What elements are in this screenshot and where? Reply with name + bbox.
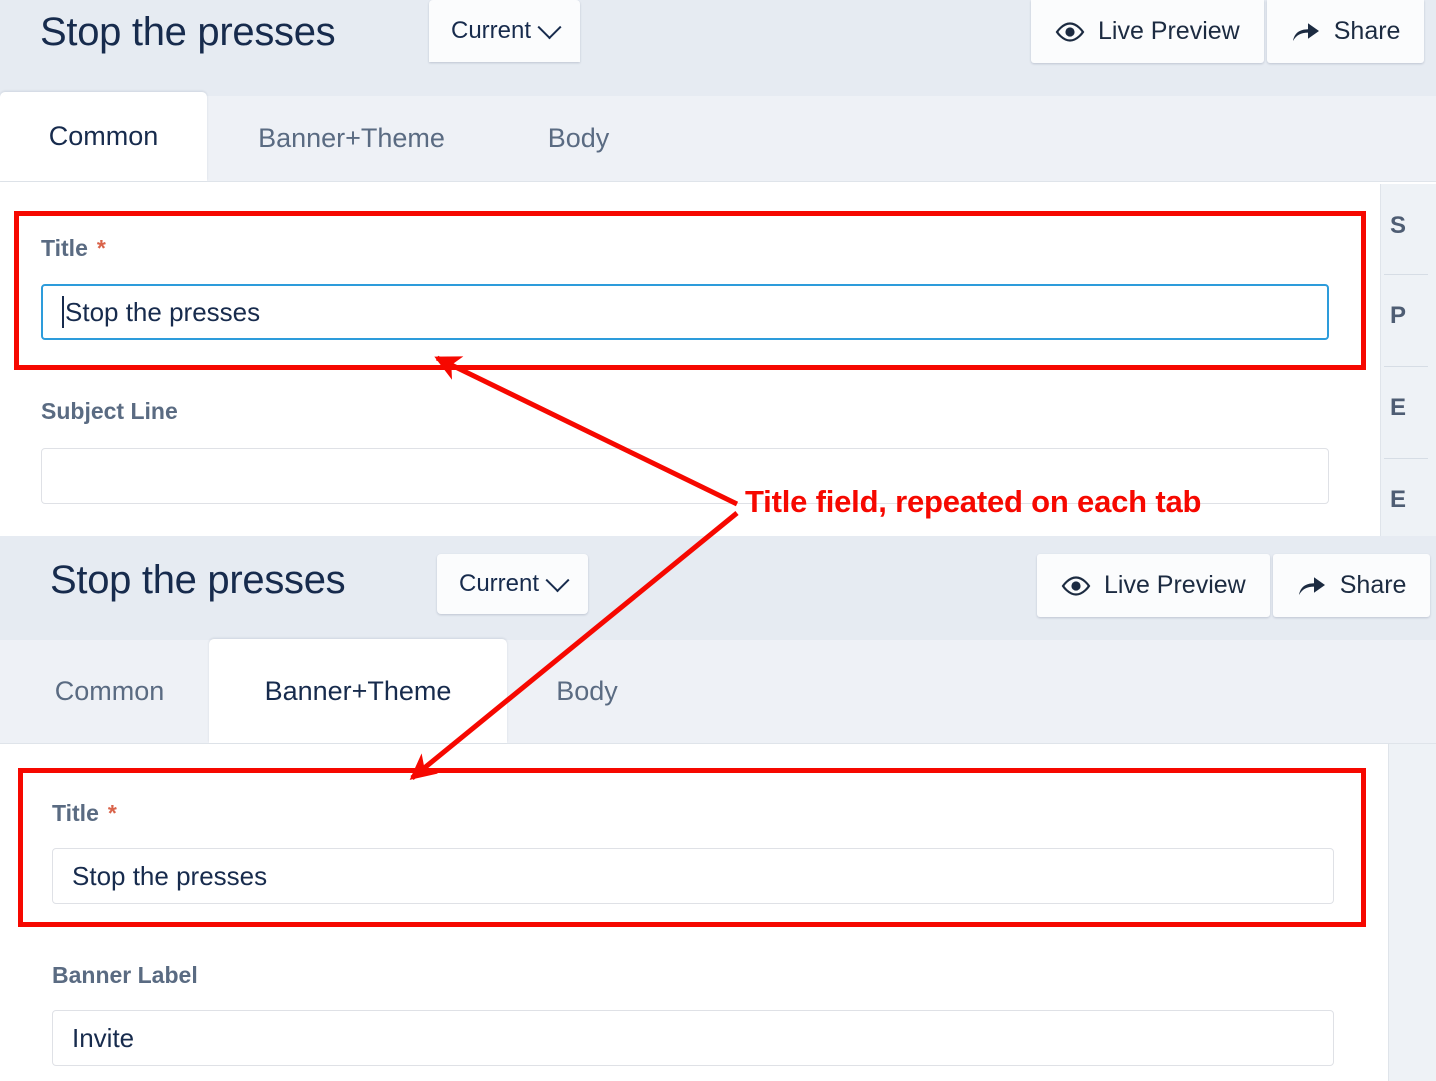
tab-label: Common xyxy=(48,121,159,151)
share-arrow-icon xyxy=(1292,22,1319,41)
chevron-down-icon xyxy=(545,567,570,592)
side-rail-divider xyxy=(1384,366,1428,367)
live-preview-button[interactable]: Live Preview xyxy=(1037,554,1270,617)
subject-line-field-label: Subject Line xyxy=(41,398,178,425)
label-text: Title xyxy=(41,235,88,261)
tab-banner-theme[interactable]: Banner+Theme xyxy=(209,639,507,743)
tab-common[interactable]: Common xyxy=(0,92,207,181)
editor-panel-common: S P E E Stop the presses Current Live Pr… xyxy=(0,0,1436,536)
tab-label: Banner+Theme xyxy=(264,675,452,706)
form-panel-1: Title * Stop the presses Subject Line xyxy=(0,183,1380,536)
side-rail-panel-1: S P E E xyxy=(1380,184,1436,536)
form-panel-2: Title * Stop the presses Banner Label Inv… xyxy=(0,744,1388,1081)
tabbar-panel-2: Common Banner+Theme Body xyxy=(0,639,1436,744)
version-selector-button[interactable]: Current xyxy=(437,554,589,614)
tab-label: Body xyxy=(547,122,610,153)
label-text: Title xyxy=(52,800,99,826)
tab-body[interactable]: Body xyxy=(496,95,661,181)
required-indicator: * xyxy=(107,800,117,826)
text-cursor xyxy=(62,296,64,328)
share-button[interactable]: Share xyxy=(1266,0,1425,63)
tab-label: Common xyxy=(54,675,165,706)
title-input-value: Stop the presses xyxy=(72,860,268,891)
app-header-panel-2: Stop the presses Current Live Preview Sh… xyxy=(0,536,1436,640)
tab-common[interactable]: Common xyxy=(10,639,209,743)
version-selector-button[interactable]: Current xyxy=(429,0,581,62)
live-preview-button[interactable]: Live Preview xyxy=(1031,0,1264,63)
eye-icon xyxy=(1055,21,1085,42)
title-field-label: Title * xyxy=(52,800,117,827)
subject-line-input[interactable] xyxy=(41,448,1329,504)
editor-panel-banner-theme: Stop the presses Current Live Preview Sh… xyxy=(0,536,1436,1081)
label-text: Banner Label xyxy=(52,962,198,988)
tab-banner-theme[interactable]: Banner+Theme xyxy=(207,95,496,181)
share-arrow-icon xyxy=(1298,576,1325,595)
side-rail-item[interactable]: S xyxy=(1390,212,1406,240)
version-selector-label: Current xyxy=(451,17,532,44)
eye-icon xyxy=(1061,575,1091,596)
share-label: Share xyxy=(1339,571,1407,599)
page-title: Stop the presses xyxy=(50,558,346,602)
title-input[interactable]: Stop the presses xyxy=(52,848,1334,904)
side-rail-divider xyxy=(1384,274,1428,275)
side-rail-item[interactable]: P xyxy=(1390,302,1406,330)
required-indicator: * xyxy=(96,235,106,261)
side-rail-divider xyxy=(1384,458,1428,459)
live-preview-label: Live Preview xyxy=(1104,571,1246,599)
share-button[interactable]: Share xyxy=(1272,554,1431,617)
label-text: Subject Line xyxy=(41,398,178,424)
header-actions-panel-1: Live Preview Share xyxy=(1031,0,1425,63)
title-input-value: Stop the presses xyxy=(65,296,261,327)
title-field-label: Title * xyxy=(41,235,106,262)
tab-label: Body xyxy=(556,675,618,706)
share-label: Share xyxy=(1333,17,1401,45)
app-header-panel-1: Stop the presses Current Live Preview Sh… xyxy=(0,0,1436,96)
page-title: Stop the presses xyxy=(40,10,336,54)
banner-label-input-value: Invite xyxy=(72,1022,135,1053)
title-input[interactable]: Stop the presses xyxy=(41,284,1329,340)
side-rail-item[interactable]: E xyxy=(1390,486,1406,514)
chevron-down-icon xyxy=(537,14,562,39)
banner-label-field-label: Banner Label xyxy=(52,962,198,989)
version-selector-label: Current xyxy=(459,570,540,597)
live-preview-label: Live Preview xyxy=(1098,17,1240,45)
banner-label-input[interactable]: Invite xyxy=(52,1010,1334,1066)
side-rail-item[interactable]: E xyxy=(1390,394,1406,422)
tab-body[interactable]: Body xyxy=(507,639,667,743)
tab-label: Banner+Theme xyxy=(258,122,445,153)
header-actions-panel-2: Live Preview Share xyxy=(1037,554,1431,617)
tabbar-panel-1: Common Banner+Theme Body xyxy=(0,92,1436,182)
